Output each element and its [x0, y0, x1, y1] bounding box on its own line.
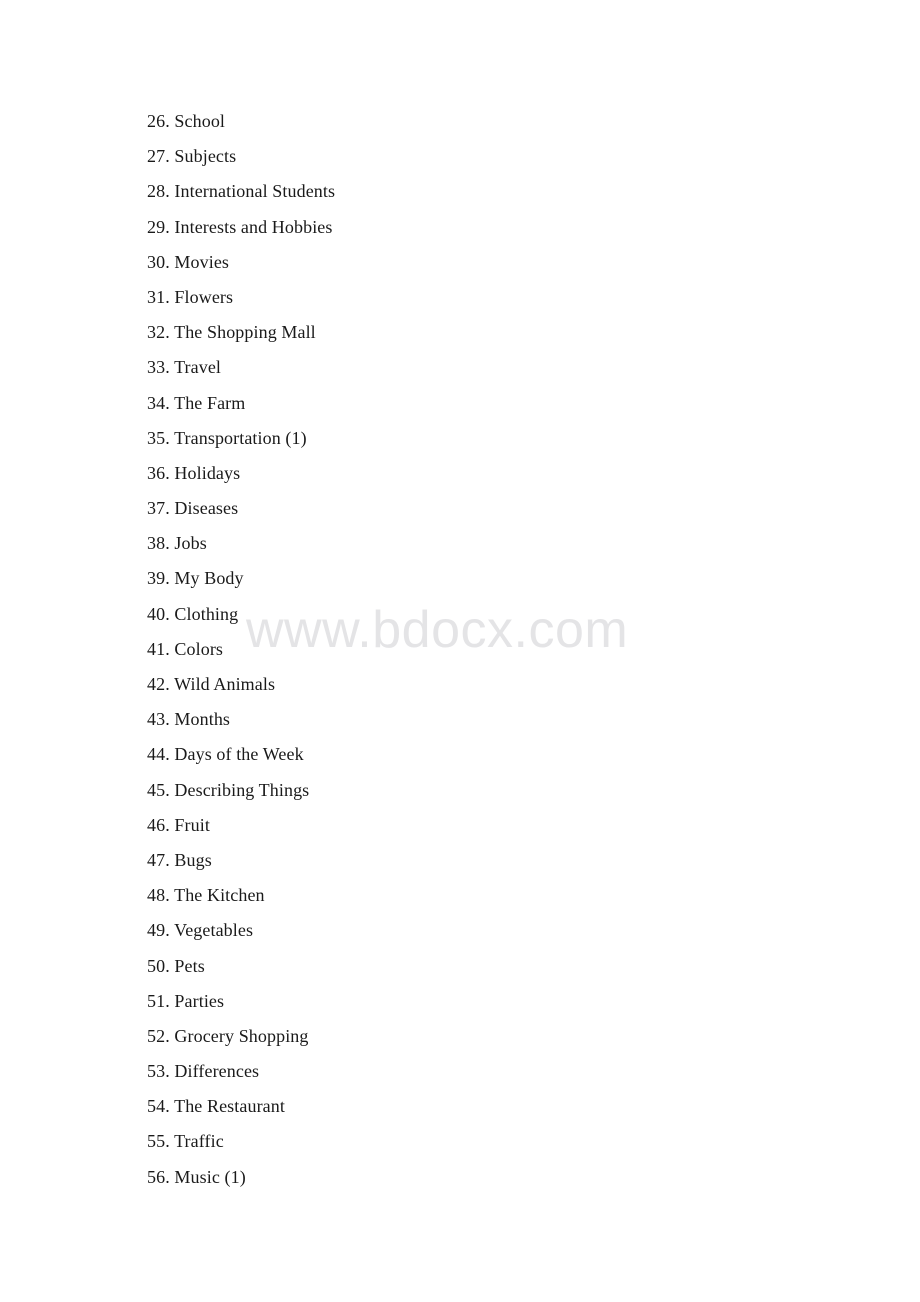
- list-item-number: 50.: [147, 955, 170, 976]
- list-item-label: The Farm: [174, 392, 246, 413]
- list-item-label: Wild Animals: [174, 674, 276, 694]
- list-item-number: 51.: [147, 990, 170, 1011]
- list-item-label: Differences: [174, 1061, 260, 1082]
- list-item-number: 34.: [147, 392, 170, 413]
- list-item-number: 44.: [147, 744, 170, 765]
- list-item-number: 54.: [147, 1096, 170, 1117]
- list-item-number: 35.: [147, 427, 170, 448]
- list-item: 44. Days of the Week: [147, 741, 880, 776]
- list-item-number: 42.: [147, 674, 170, 694]
- list-item-number: 45.: [147, 779, 170, 800]
- list-item: 47. Bugs: [147, 847, 880, 882]
- list-item: 31. Flowers: [147, 284, 880, 319]
- list-item-number: 47.: [147, 849, 170, 870]
- list-item-number: 48.: [147, 885, 170, 906]
- list-item-number: 32.: [147, 322, 170, 343]
- list-item-label: Months: [174, 709, 231, 730]
- list-item: 46. Fruit: [147, 812, 880, 847]
- list-item-label: Music (1): [174, 1166, 246, 1187]
- list-item: 28. International Students: [147, 178, 880, 213]
- list-item: 54. The Restaurant: [147, 1093, 880, 1128]
- list-item-number: 49.: [147, 920, 170, 941]
- list-item-number: 33.: [147, 357, 170, 378]
- list-item: 45. Describing Things: [147, 777, 880, 812]
- list-item-label: Pets: [174, 955, 205, 976]
- list-item: 30. Movies: [147, 249, 880, 284]
- list-item-number: 29.: [147, 216, 170, 237]
- list-item-number: 26.: [147, 111, 170, 131]
- list-item: 37. Diseases: [147, 495, 880, 530]
- list-item-label: Colors: [174, 638, 224, 659]
- list-item-label: Parties: [174, 990, 225, 1011]
- list-item-number: 46.: [147, 814, 170, 835]
- list-item: 51. Parties: [147, 988, 880, 1023]
- list-item-label: Movies: [174, 251, 230, 272]
- list-item-label: Describing Things: [174, 779, 310, 800]
- list-item: 56. Music (1): [147, 1164, 880, 1199]
- list-item-number: 39.: [147, 568, 170, 589]
- list-item-label: Fruit: [174, 814, 210, 835]
- list-item-label: Holidays: [174, 462, 241, 483]
- list-item: 43. Months: [147, 706, 880, 741]
- topic-list: 26. School 27. Subjects 28. International …: [147, 108, 880, 1199]
- list-item-number: 52.: [147, 1025, 170, 1046]
- list-item-label: Flowers: [174, 286, 234, 307]
- list-item-number: 43.: [147, 709, 170, 730]
- list-item-label: Jobs: [174, 533, 207, 554]
- list-item-label: Transportation (1): [174, 427, 307, 448]
- list-item-label: Traffic: [174, 1131, 224, 1152]
- list-item: 35. Transportation (1): [147, 425, 880, 460]
- list-item-number: 38.: [147, 533, 170, 554]
- list-item: 49. Vegetables: [147, 917, 880, 952]
- document-page: www.bdocx.com 26. School 27. Subjects 28. …: [0, 0, 920, 1302]
- list-item-number: 37.: [147, 498, 170, 519]
- list-item: 36. Holidays: [147, 460, 880, 495]
- list-item-number: 31.: [147, 286, 170, 307]
- list-item-label: Subjects: [174, 146, 237, 167]
- list-item-label: Diseases: [174, 498, 239, 519]
- list-item-label: Vegetables: [174, 920, 254, 941]
- list-item: 27. Subjects: [147, 143, 880, 178]
- list-item: 48. The Kitchen: [147, 882, 880, 917]
- list-item-number: 41.: [147, 638, 170, 659]
- list-item-label: Travel: [174, 357, 222, 378]
- list-item: 42. Wild Animals: [147, 671, 880, 706]
- list-item: 52. Grocery Shopping: [147, 1023, 880, 1058]
- list-item-number: 27.: [147, 146, 170, 167]
- list-item: 34. The Farm: [147, 390, 880, 425]
- list-item-number: 55.: [147, 1131, 170, 1152]
- list-item-label: Interests and Hobbies: [174, 216, 333, 237]
- list-item: 41. Colors: [147, 636, 880, 671]
- list-item: 26. School: [147, 108, 880, 143]
- list-item: 29. Interests and Hobbies: [147, 214, 880, 249]
- list-item-number: 28.: [147, 181, 170, 202]
- list-item-label: The Restaurant: [174, 1096, 285, 1117]
- list-item-label: My Body: [174, 568, 244, 589]
- list-item-label: Bugs: [174, 849, 212, 870]
- list-item: 39. My Body: [147, 565, 880, 600]
- list-item-label: Grocery Shopping: [174, 1025, 309, 1046]
- list-item-number: 56.: [147, 1166, 170, 1187]
- list-item: 53. Differences: [147, 1058, 880, 1093]
- list-item-label: School: [174, 111, 226, 131]
- list-item: 40. Clothing: [147, 601, 880, 636]
- list-item-label: Clothing: [174, 603, 239, 624]
- list-item-number: 30.: [147, 251, 170, 272]
- list-item-number: 36.: [147, 462, 170, 483]
- list-item: 50. Pets: [147, 953, 880, 988]
- list-item-label: Days of the Week: [174, 744, 304, 765]
- list-item-number: 40.: [147, 603, 170, 624]
- list-item-label: International Students: [174, 181, 336, 202]
- list-item: 38. Jobs: [147, 530, 880, 565]
- list-item: 33. Travel: [147, 354, 880, 389]
- list-item-number: 53.: [147, 1061, 170, 1082]
- list-item: 32. The Shopping Mall: [147, 319, 880, 354]
- list-item: 55. Traffic: [147, 1128, 880, 1163]
- list-item-label: The Kitchen: [174, 885, 265, 906]
- list-item-label: The Shopping Mall: [174, 322, 316, 343]
